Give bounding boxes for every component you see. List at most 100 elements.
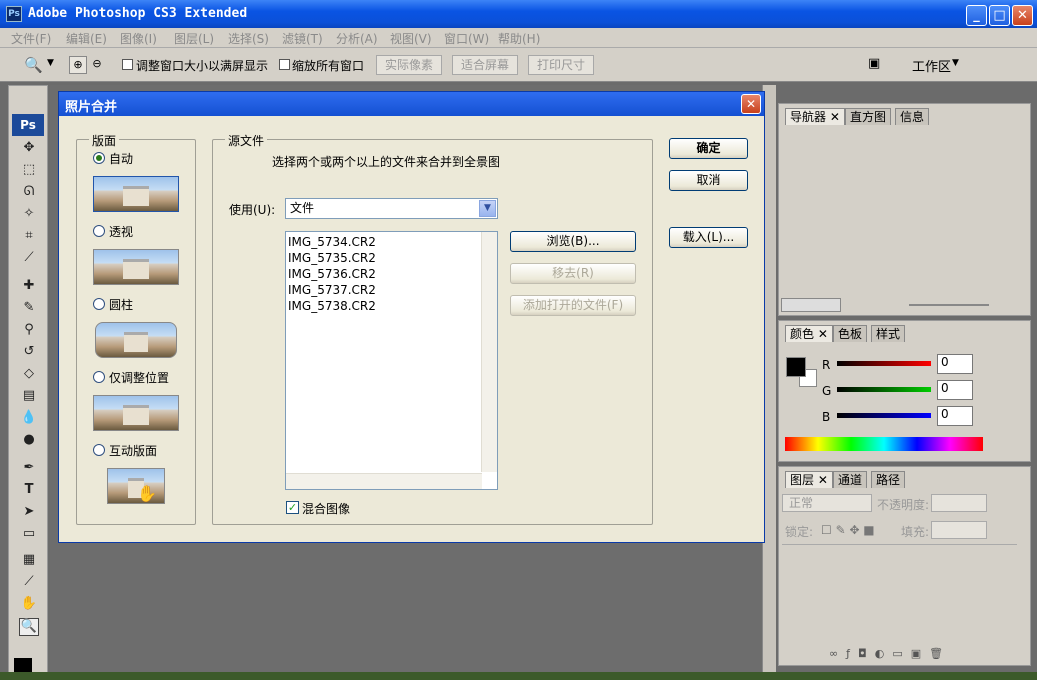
minimize-button[interactable]: _ [966, 5, 987, 26]
tab-swatches[interactable]: 色板 [833, 325, 868, 342]
shape-tool-icon[interactable]: ▭ [19, 526, 39, 544]
actual-pixels-button[interactable]: 实际像素 [376, 55, 442, 75]
blur-tool-icon[interactable]: 💧 [19, 410, 39, 428]
menu-image[interactable]: 图像(I) [120, 30, 157, 47]
red-slider[interactable] [837, 361, 931, 366]
menu-window[interactable]: 窗口(W) [444, 30, 489, 47]
tab-info[interactable]: 信息 [895, 108, 930, 125]
zoom-out-icon[interactable]: ⊖ [88, 56, 106, 74]
type-tool-icon[interactable]: T [19, 482, 39, 500]
zoom-tool-icon[interactable]: 🔍 [24, 56, 43, 74]
chevron-down-icon[interactable]: ▼ [479, 200, 496, 217]
gradient-tool-icon[interactable]: ▤ [19, 388, 39, 406]
foreground-color-swatch[interactable] [786, 357, 806, 377]
blue-slider[interactable] [837, 413, 931, 418]
remove-button[interactable]: 移去(R) [510, 263, 636, 284]
menu-edit[interactable]: 编辑(E) [66, 30, 107, 47]
blend-images-checkbox[interactable]: ✓ [286, 501, 299, 514]
marquee-tool-icon[interactable]: ⬚ [19, 162, 39, 180]
lasso-tool-icon[interactable]: ᘏ [19, 184, 39, 202]
layout-interactive-radio[interactable] [93, 444, 105, 456]
notes-tool-icon[interactable]: ▦ [19, 552, 39, 570]
use-select[interactable]: 文件 ▼ [285, 198, 498, 219]
tab-layers[interactable]: 图层 ✕ [785, 471, 833, 488]
layout-perspective-thumbnail[interactable] [93, 249, 179, 285]
tab-navigator[interactable]: 导航器 ✕ [785, 108, 845, 125]
zoom-value-field[interactable] [781, 298, 841, 312]
crop-tool-icon[interactable]: ⌗ [19, 228, 39, 246]
menu-help[interactable]: 帮助(H) [498, 30, 540, 47]
move-tool-icon[interactable]: ✥ [19, 140, 39, 158]
menu-view[interactable]: 视图(V) [390, 30, 432, 47]
opacity-field[interactable] [931, 494, 987, 512]
tab-histogram[interactable]: 直方图 [845, 108, 892, 125]
green-value-field[interactable]: 0 [937, 380, 973, 400]
brush-tool-icon[interactable]: ✎ [19, 300, 39, 318]
cancel-button[interactable]: 取消 [669, 170, 748, 191]
layout-auto-thumbnail[interactable] [93, 176, 179, 212]
add-open-files-button[interactable]: 添加打开的文件(F) [510, 295, 636, 316]
print-size-button[interactable]: 打印尺寸 [528, 55, 594, 75]
path-select-icon[interactable]: ➤ [19, 504, 39, 522]
bridge-icon[interactable]: ▣ [868, 56, 880, 71]
dodge-tool-icon[interactable]: ● [19, 432, 39, 450]
layout-cylindrical-thumbnail[interactable] [95, 322, 177, 358]
tab-color[interactable]: 颜色 ✕ [785, 325, 833, 342]
eraser-tool-icon[interactable]: ◇ [19, 366, 39, 384]
zoom-in-icon[interactable]: ⊕ [69, 56, 87, 74]
layout-auto-radio[interactable] [93, 152, 105, 164]
zoom-all-checkbox[interactable] [279, 59, 290, 70]
blend-mode-select[interactable]: 正常 [782, 494, 872, 512]
slice-tool-icon[interactable]: ⟋ [19, 250, 39, 268]
tab-paths[interactable]: 路径 [871, 471, 906, 488]
menu-analysis[interactable]: 分析(A) [336, 30, 378, 47]
eyedropper-tool-icon[interactable]: ⟋ [19, 574, 39, 592]
browse-button[interactable]: 浏览(B)... [510, 231, 636, 252]
layer-footer-icons[interactable]: ∞ƒ◘◐▭▣🗑 [829, 647, 951, 660]
ok-button[interactable]: 确定 [669, 138, 748, 159]
lock-icons[interactable]: ☐ ✎ ✥ ■ [821, 523, 875, 537]
list-item[interactable]: IMG_5736.CR2 [288, 266, 376, 282]
tab-styles[interactable]: 样式 [871, 325, 906, 342]
hand-tool-icon[interactable]: ✋ [19, 596, 39, 614]
color-spectrum-bar[interactable] [785, 437, 983, 451]
green-slider[interactable] [837, 387, 931, 392]
layers-list[interactable] [782, 544, 1017, 644]
close-button[interactable]: ✕ [1012, 5, 1033, 26]
tab-channels[interactable]: 通道 [833, 471, 868, 488]
list-item[interactable]: IMG_5735.CR2 [288, 250, 376, 266]
magic-wand-icon[interactable]: ✧ [19, 206, 39, 224]
layout-cylindrical-radio[interactable] [93, 298, 105, 310]
menu-layer[interactable]: 图层(L) [174, 30, 214, 47]
workspace-dropdown-icon[interactable]: ▼ [952, 58, 959, 68]
menu-file[interactable]: 文件(F) [11, 30, 51, 47]
load-button[interactable]: 载入(L)... [669, 227, 748, 248]
file-list[interactable]: IMG_5734.CR2 IMG_5735.CR2 IMG_5736.CR2 I… [285, 231, 498, 490]
layout-reposition-thumbnail[interactable] [93, 395, 179, 431]
healing-brush-icon[interactable]: ✚ [19, 278, 39, 296]
stamp-tool-icon[interactable]: ⚲ [19, 322, 39, 340]
list-item[interactable]: IMG_5738.CR2 [288, 298, 376, 314]
photoshop-logo-icon[interactable]: Ps [12, 114, 44, 136]
horizontal-scrollbar[interactable] [286, 473, 482, 489]
resize-windows-checkbox[interactable] [122, 59, 133, 70]
red-value-field[interactable]: 0 [937, 354, 973, 374]
menu-select[interactable]: 选择(S) [228, 30, 269, 47]
list-item[interactable]: IMG_5737.CR2 [288, 282, 376, 298]
blue-value-field[interactable]: 0 [937, 406, 973, 426]
layout-perspective-radio[interactable] [93, 225, 105, 237]
zoom-slider[interactable] [909, 304, 989, 306]
vertical-scrollbar[interactable] [481, 232, 497, 472]
fill-field[interactable] [931, 521, 987, 539]
layout-reposition-radio[interactable] [93, 371, 105, 383]
menu-filter[interactable]: 滤镜(T) [282, 30, 323, 47]
zoom-tool-icon[interactable]: 🔍 [19, 618, 39, 636]
history-brush-icon[interactable]: ↺ [19, 344, 39, 362]
pen-tool-icon[interactable]: ✒ [19, 460, 39, 478]
list-item[interactable]: IMG_5734.CR2 [288, 234, 376, 250]
maximize-button[interactable]: □ [989, 5, 1010, 26]
workspace-menu[interactable]: 工作区 [912, 56, 951, 75]
dialog-close-button[interactable]: ✕ [741, 94, 761, 114]
fit-screen-button[interactable]: 适合屏幕 [452, 55, 518, 75]
chevron-down-icon[interactable]: ▼ [47, 58, 54, 68]
